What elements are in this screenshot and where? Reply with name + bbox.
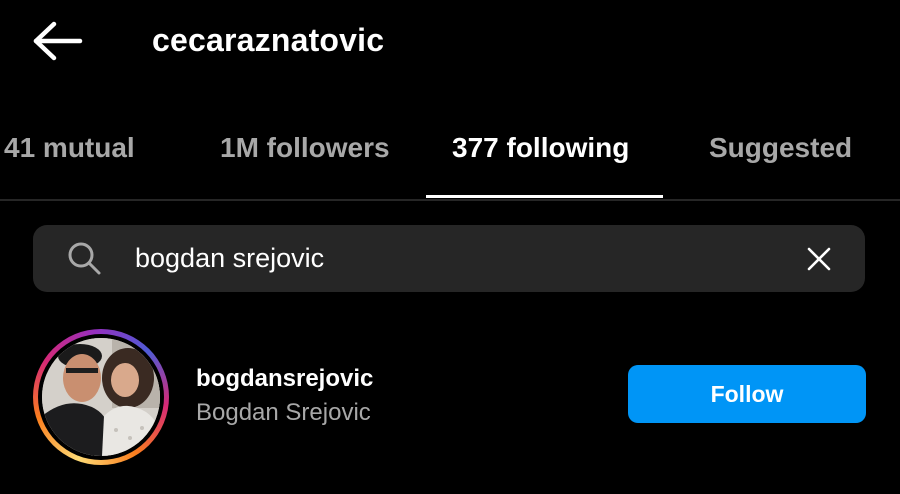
search-input[interactable] (135, 236, 775, 280)
arrow-left-icon (33, 21, 83, 61)
tabs-divider (0, 199, 900, 201)
tab-followers[interactable]: 1M followers (220, 130, 390, 166)
active-tab-indicator (426, 195, 663, 198)
back-button[interactable] (30, 18, 86, 64)
tab-following[interactable]: 377 following (452, 130, 629, 166)
avatar-photo (42, 338, 160, 456)
avatar[interactable] (42, 338, 160, 456)
full-name: Bogdan Srejovic (196, 399, 371, 426)
search-icon (68, 242, 101, 275)
tab-mutual[interactable]: 41 mutual (4, 130, 135, 166)
clear-search-button[interactable] (800, 240, 838, 278)
close-icon (807, 247, 831, 271)
tab-suggested[interactable]: Suggested (709, 130, 852, 166)
tab-bar: 41 mutual 1M followers 377 following Sug… (0, 118, 900, 200)
top-bar: cecaraznatovic (0, 0, 900, 84)
following-list-screen: cecaraznatovic 41 mutual 1M followers 37… (0, 0, 900, 494)
follow-button[interactable]: Follow (628, 365, 866, 423)
username[interactable]: bogdansrejovic (196, 364, 373, 394)
page-title: cecaraznatovic (152, 22, 385, 58)
